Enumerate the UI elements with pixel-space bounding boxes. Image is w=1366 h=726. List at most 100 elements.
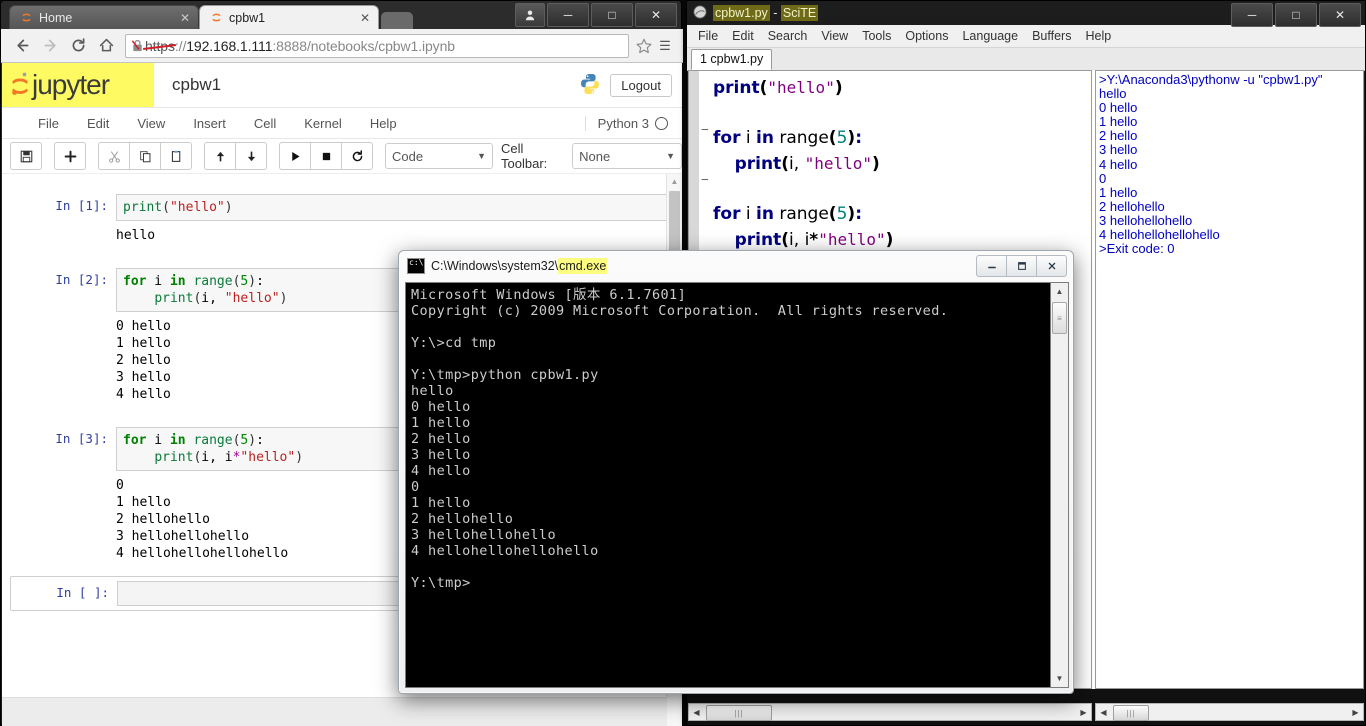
minimize-button[interactable]: ─ (1231, 3, 1273, 27)
paste-icon[interactable] (160, 142, 192, 170)
save-icon[interactable] (10, 142, 42, 170)
menu-item-view[interactable]: View (123, 116, 179, 131)
cut-icon[interactable] (98, 142, 130, 170)
address-bar[interactable]: https://192.168.1.111:8888/notebooks/cpb… (125, 33, 629, 58)
minimize-button[interactable] (976, 255, 1007, 277)
maximize-button[interactable]: □ (591, 3, 633, 27)
fold-marker-icon[interactable]: − (701, 173, 711, 186)
jupyter-header-right: Logout (578, 72, 682, 99)
menu-item-kernel[interactable]: Kernel (290, 116, 356, 131)
output-hscrollbar[interactable]: ◀ ||| ▶ (1095, 703, 1364, 721)
scite-window-controls: ─ □ ✕ (1231, 3, 1361, 27)
move-up-icon[interactable] (204, 142, 236, 170)
jupyter-logo[interactable]: jupyter (2, 63, 154, 107)
close-button[interactable]: ✕ (635, 3, 677, 27)
browser-titlebar: Home ✕ cpbw1 ✕ ─ □ ✕ (1, 1, 681, 29)
scite-menu-file[interactable]: File (691, 29, 725, 43)
scroll-up-icon[interactable]: ▲ (1051, 283, 1068, 300)
scroll-right-icon[interactable]: ▶ (1348, 708, 1363, 717)
cell-prompt: In [3]: (55, 431, 108, 446)
chrome-menu-icon[interactable]: ☰ (655, 36, 675, 56)
kernel-name-label: Python 3 (597, 115, 649, 131)
back-icon[interactable] (9, 33, 35, 59)
maximize-button[interactable]: □ (1275, 3, 1317, 27)
cmd-title-exe: cmd.exe (558, 258, 608, 274)
bookmark-star-icon[interactable] (635, 37, 653, 55)
scite-buffer-tabs: 1 cpbw1.py (687, 48, 1365, 71)
stop-icon[interactable] (310, 142, 342, 170)
scroll-left-icon[interactable]: ◀ (1096, 708, 1111, 717)
scroll-up-icon[interactable]: ▲ (667, 174, 682, 189)
tab-close-icon[interactable]: ✕ (180, 11, 190, 25)
scite-menu-language[interactable]: Language (955, 29, 1025, 43)
scite-menu-options[interactable]: Options (898, 29, 955, 43)
scite-menu-view[interactable]: View (814, 29, 855, 43)
scroll-left-icon[interactable]: ◀ (689, 708, 704, 717)
browser-tab-label: Home (39, 10, 73, 25)
fold-marker-icon[interactable]: − (701, 123, 711, 136)
scite-title-sep: - (769, 6, 781, 20)
cmd-title-text: C:\Windows\system32\cmd.exe (431, 258, 608, 274)
browser-tab-home[interactable]: Home ✕ (9, 5, 199, 29)
menu-item-insert[interactable]: Insert (179, 116, 240, 131)
scite-menu-buffers[interactable]: Buffers (1025, 29, 1078, 43)
url-path: /notebooks/cpbw1.ipynb (306, 37, 455, 54)
browser-tab-cpbw1[interactable]: cpbw1 ✕ (199, 5, 379, 29)
jupyter-favicon-icon (20, 11, 33, 24)
python-logo-icon (578, 72, 602, 99)
cell-type-value: Code (392, 148, 424, 164)
scite-tab-cpbw1[interactable]: 1 cpbw1.py (691, 49, 773, 70)
scite-title-app: SciTE (780, 5, 819, 21)
url-scheme-crossed: https (145, 37, 175, 54)
cell-output: hello (116, 228, 156, 243)
cell-prompt: In [ ]: (56, 585, 109, 600)
toolbar-group-clipboard (98, 142, 192, 170)
reload-icon[interactable] (65, 33, 91, 59)
jupyter-logo-mark (10, 69, 30, 101)
scite-menu-edit[interactable]: Edit (725, 29, 761, 43)
close-button[interactable] (1036, 255, 1067, 277)
new-tab-button[interactable] (381, 12, 413, 29)
cell-type-select[interactable]: Code ▼ (385, 143, 494, 169)
toolbar-group-add (54, 142, 86, 170)
run-icon[interactable] (279, 142, 311, 170)
editor-hscrollbar[interactable]: ◀ ||| ▶ (688, 703, 1092, 721)
scite-menu-search[interactable]: Search (761, 29, 815, 43)
logout-button[interactable]: Logout (610, 73, 672, 97)
close-button[interactable]: ✕ (1319, 3, 1361, 27)
scrollbar-thumb[interactable]: ||| (1113, 705, 1149, 721)
cmd-scrollbar[interactable]: ▲ ≡ ▼ (1050, 283, 1068, 687)
scroll-down-icon[interactable]: ▼ (1051, 670, 1068, 687)
tab-close-icon[interactable]: ✕ (360, 11, 370, 25)
menu-item-file[interactable]: File (24, 116, 73, 131)
toolbar-group-save (10, 142, 42, 170)
cell-input-editor[interactable]: print("hello") (116, 194, 682, 221)
scite-menu-help[interactable]: Help (1078, 29, 1118, 43)
notebook-title[interactable]: cpbw1 (172, 75, 221, 95)
scrollbar-thumb[interactable]: ≡ (1052, 302, 1067, 334)
cmd-console-client[interactable]: Microsoft Windows [版本 6.1.7601] Copyrigh… (405, 282, 1069, 688)
scite-title-text: cpbw1.py - SciTE (713, 5, 819, 21)
menu-item-cell[interactable]: Cell (240, 116, 290, 131)
scite-titlebar: cpbw1.py - SciTE ─ □ ✕ (687, 1, 1365, 27)
notebook-cell[interactable]: In [1]: print("hello") (2, 190, 682, 221)
minimize-button[interactable]: ─ (547, 3, 589, 27)
user-profile-icon[interactable] (515, 3, 545, 27)
add-icon[interactable] (54, 142, 86, 170)
scite-output-pane[interactable]: >Y:\Anaconda3\pythonw -u "cpbw1.py" hell… (1095, 70, 1364, 689)
forward-icon[interactable] (37, 33, 63, 59)
maximize-button[interactable] (1006, 255, 1037, 277)
scrollbar-thumb[interactable]: ||| (706, 705, 772, 721)
menu-item-edit[interactable]: Edit (73, 116, 123, 131)
scite-menu-tools[interactable]: Tools (855, 29, 898, 43)
copy-icon[interactable] (129, 142, 161, 170)
url-port: :8888 (272, 37, 307, 54)
scroll-right-icon[interactable]: ▶ (1076, 708, 1091, 717)
address-bar-url: https://192.168.1.111:8888/notebooks/cpb… (145, 38, 455, 54)
restart-kernel-icon[interactable] (341, 142, 373, 170)
jupyter-favicon-icon (210, 11, 223, 24)
menu-item-help[interactable]: Help (356, 116, 411, 131)
cell-toolbar-select[interactable]: None ▼ (572, 143, 682, 169)
move-down-icon[interactable] (235, 142, 267, 170)
home-icon[interactable] (93, 33, 119, 59)
